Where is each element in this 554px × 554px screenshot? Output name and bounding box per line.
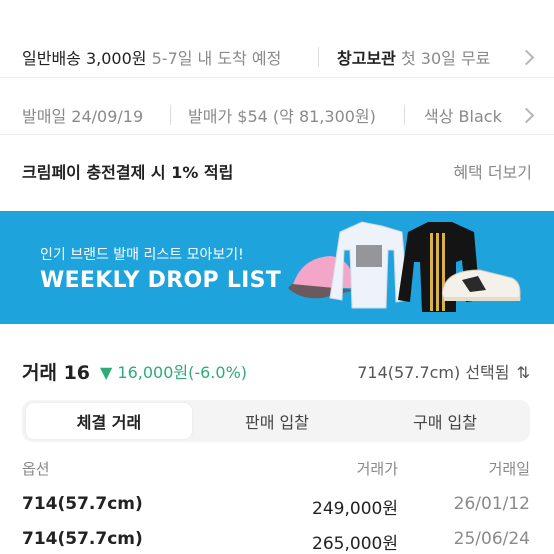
tab-label: 판매 입찰 (245, 413, 309, 432)
benefits-link[interactable]: 혜택 더보기 (453, 159, 532, 183)
trades-table-header: 옵션 거래가 거래일 (0, 458, 554, 482)
row-option: 714(57.7cm) (22, 529, 143, 549)
divider (0, 134, 554, 135)
divider (318, 47, 319, 67)
storage-label: 창고보관 (337, 49, 396, 68)
release-date-value: 24/09/19 (71, 107, 144, 126)
release-date: 발매일 24/09/19 (22, 103, 143, 127)
row-date: 25/06/24 (453, 529, 530, 549)
release-info-row[interactable]: 발매일 24/09/19 발매가 $54 (약 81,300원) 색상 Blac… (0, 96, 554, 134)
release-date-label: 발매일 (22, 107, 67, 126)
price-change: ▼ 16,000원(-6.0%) (100, 359, 247, 383)
banner-products-image (288, 221, 521, 312)
tab-sell-bids[interactable]: 판매 입찰 (194, 403, 360, 439)
trades-header: 거래 16 ▼ 16,000원(-6.0%) 714(57.7cm) 선택됨 ⇅ (0, 356, 554, 386)
storage-info: 창고보관 첫 30일 무료 (337, 45, 490, 69)
storage-desc: 첫 30일 무료 (400, 49, 491, 68)
size-selector[interactable]: 714(57.7cm) 선택됨 ⇅ (357, 359, 530, 383)
header-option: 옵션 (22, 460, 50, 478)
normal-shipping-label: 일반배송 (22, 49, 81, 68)
divider (404, 105, 405, 125)
normal-shipping-eta: 5-7일 내 도착 예정 (151, 49, 282, 68)
row-date: 26/01/12 (453, 494, 530, 514)
shipping-row[interactable]: 일반배송 3,000원 5-7일 내 도착 예정 창고보관 첫 30일 무료 (0, 38, 554, 76)
divider (0, 77, 554, 78)
release-color: 색상 Black (424, 103, 502, 127)
release-color-label: 색상 (424, 107, 454, 126)
release-price-label: 발매가 (188, 107, 233, 126)
selected-size: 714(57.7cm) 선택됨 (357, 363, 510, 382)
trades-count: 거래 16 (22, 361, 91, 384)
table-row: 714(57.7cm) 249,000원 26/01/12 (0, 494, 554, 519)
tab-label: 구매 입찰 (413, 413, 477, 432)
trade-tabs: 체결 거래 판매 입찰 구매 입찰 (22, 400, 530, 442)
tab-completed-trades[interactable]: 체결 거래 (26, 403, 192, 439)
price-change-value: 16,000원(-6.0%) (117, 363, 248, 382)
normal-shipping-price: 3,000원 (85, 49, 147, 68)
row-price: 265,000원 (312, 534, 398, 554)
header-price: 거래가 (356, 460, 398, 478)
release-price-value: $54 (약 81,300원) (237, 107, 376, 126)
row-option: 714(57.7cm) (22, 494, 143, 514)
release-color-value: Black (458, 107, 502, 126)
header-date: 거래일 (488, 460, 530, 478)
chevron-right-icon[interactable] (518, 49, 535, 65)
sort-arrows-icon: ⇅ (516, 363, 530, 382)
triangle-down-icon: ▼ (100, 363, 113, 382)
divider (170, 105, 171, 125)
tab-label: 체결 거래 (76, 413, 142, 432)
chevron-right-icon[interactable] (518, 107, 535, 123)
row-price: 249,000원 (312, 499, 398, 519)
tab-buy-bids[interactable]: 구매 입찰 (362, 403, 528, 439)
release-price: 발매가 $54 (약 81,300원) (188, 103, 376, 127)
kream-pay-row[interactable]: 크림페이 충전결제 시 1% 적립 혜택 더보기 (0, 153, 554, 189)
kream-pay-text: 크림페이 충전결제 시 1% 적립 (22, 163, 234, 182)
normal-shipping-info: 일반배송 3,000원 5-7일 내 도착 예정 (22, 45, 281, 69)
weekly-drop-banner[interactable]: 인기 브랜드 발매 리스트 모아보기! WEEKLY DROP LIST (0, 211, 554, 324)
table-row: 714(57.7cm) 265,000원 25/06/24 (0, 529, 554, 554)
